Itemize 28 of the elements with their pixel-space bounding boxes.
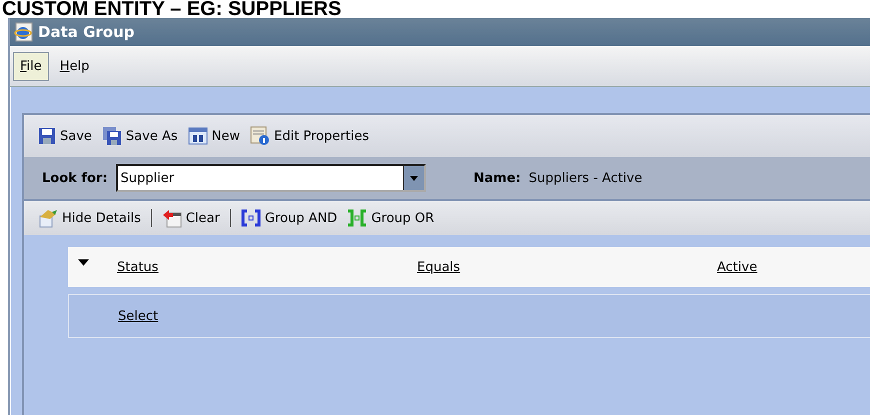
page-heading: CUSTOM ENTITY – EG: SUPPLIERS xyxy=(1,0,342,18)
clear-icon xyxy=(162,208,182,228)
toolbar-button[interactable]: New xyxy=(184,125,244,147)
window-title: Data Group xyxy=(38,23,135,41)
name-value: Suppliers - Active xyxy=(528,170,642,186)
look-for-dropdown[interactable]: Supplier xyxy=(116,164,426,192)
reverse-bracket-icon xyxy=(347,209,368,227)
toolbar-button[interactable]: Hide Details xyxy=(34,206,145,230)
expand-triangle-icon[interactable] xyxy=(78,259,89,266)
bracket-group-icon xyxy=(240,209,261,227)
name-label: Name: xyxy=(474,170,521,186)
look-for-label: Look for: xyxy=(42,170,108,186)
menu-item[interactable]: Help xyxy=(52,52,96,80)
field-link[interactable]: Status xyxy=(117,260,417,274)
toolbar-button[interactable]: Clear xyxy=(158,206,224,230)
toolbar-button[interactable]: Save As xyxy=(98,124,182,148)
globe-icon xyxy=(14,22,34,42)
toolbar-button[interactable]: Edit Properties xyxy=(246,124,374,148)
toolbar-button[interactable]: Group OR xyxy=(343,207,438,229)
toolbar-button[interactable]: Save xyxy=(34,125,96,147)
details-icon xyxy=(38,208,58,228)
menu-item[interactable]: File xyxy=(13,52,49,80)
floppy-disks-icon xyxy=(102,126,122,146)
toolbar-button[interactable]: Group AND xyxy=(236,207,342,229)
document-info-icon xyxy=(250,126,270,146)
select-link[interactable]: Select xyxy=(118,308,418,324)
operator-link[interactable]: Equals xyxy=(417,260,717,274)
value-link[interactable]: Active xyxy=(717,260,758,274)
